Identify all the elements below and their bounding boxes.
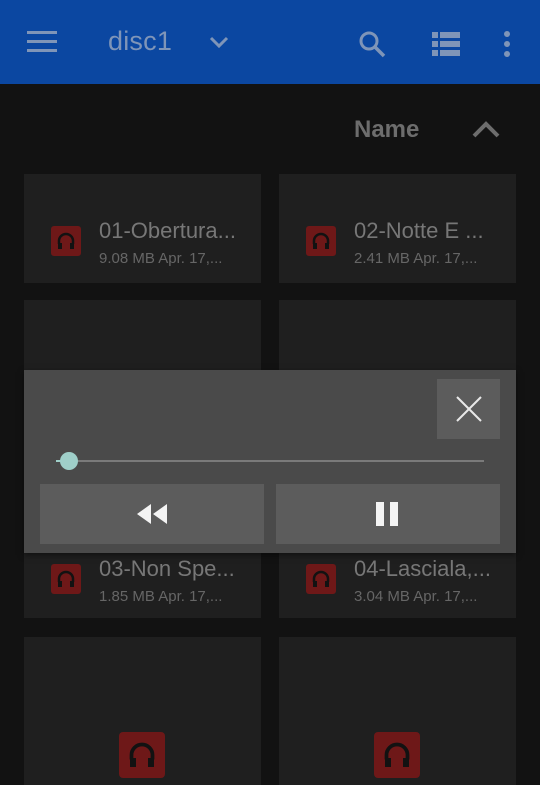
file-date: Apr. 17,... bbox=[413, 588, 478, 605]
headphones-icon bbox=[374, 732, 420, 778]
rewind-icon bbox=[137, 504, 167, 524]
pause-icon bbox=[376, 502, 398, 526]
chevron-down-icon[interactable] bbox=[203, 26, 235, 58]
file-card[interactable]: 01-Obertura... 9.08 MB Apr. 17,... bbox=[24, 174, 261, 283]
file-name: 03-Non Spe... bbox=[99, 556, 235, 581]
file-meta: 9.08 MB Apr. 17,... bbox=[99, 250, 249, 267]
file-card[interactable] bbox=[279, 637, 516, 785]
file-size: 9.08 MB bbox=[99, 250, 155, 267]
seek-thumb[interactable] bbox=[59, 452, 78, 470]
folder-title[interactable]: disc1 bbox=[108, 26, 172, 57]
headphones-icon bbox=[119, 732, 165, 778]
more-vert-icon[interactable] bbox=[490, 24, 524, 64]
close-icon bbox=[455, 396, 482, 422]
file-size: 1.85 MB bbox=[99, 588, 155, 605]
file-card[interactable] bbox=[24, 637, 261, 785]
pause-button[interactable] bbox=[276, 484, 500, 544]
headphones-icon bbox=[306, 564, 336, 594]
sort-label[interactable]: Name bbox=[354, 116, 419, 144]
menu-icon[interactable] bbox=[22, 26, 62, 58]
file-meta: 1.85 MB Apr. 17,... bbox=[99, 588, 249, 605]
file-name: 02-Notte E ... bbox=[354, 218, 484, 243]
file-name: 01-Obertura... bbox=[99, 218, 236, 243]
app-bar: disc1 bbox=[0, 0, 540, 84]
rewind-button[interactable] bbox=[40, 484, 264, 544]
file-size: 3.04 MB bbox=[354, 588, 410, 605]
file-size: 2.41 MB bbox=[354, 250, 410, 267]
chevron-up-icon[interactable] bbox=[468, 112, 504, 148]
seek-bar[interactable] bbox=[56, 460, 484, 462]
file-meta: 2.41 MB Apr. 17,... bbox=[354, 250, 504, 267]
file-date: Apr. 17,... bbox=[158, 588, 223, 605]
audio-player bbox=[24, 370, 516, 553]
file-meta: 3.04 MB Apr. 17,... bbox=[354, 588, 504, 605]
headphones-icon bbox=[51, 564, 81, 594]
search-icon[interactable] bbox=[352, 24, 392, 64]
close-button[interactable] bbox=[437, 379, 500, 439]
file-name: 04-Lasciala,... bbox=[354, 556, 491, 581]
headphones-icon bbox=[51, 226, 81, 256]
headphones-icon bbox=[306, 226, 336, 256]
file-date: Apr. 17,... bbox=[413, 250, 478, 267]
file-date: Apr. 17,... bbox=[158, 250, 223, 267]
file-card[interactable]: 02-Notte E ... 2.41 MB Apr. 17,... bbox=[279, 174, 516, 283]
list-view-icon[interactable] bbox=[426, 24, 466, 64]
